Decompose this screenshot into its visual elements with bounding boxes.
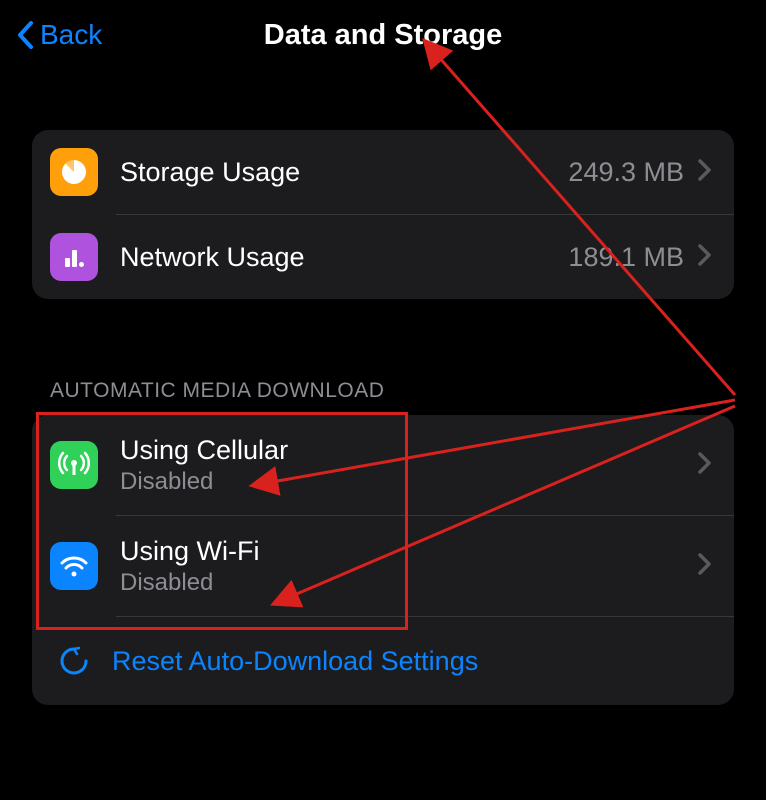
cellular-label: Using Cellular [120, 435, 698, 466]
chevron-right-icon [698, 159, 712, 186]
page-title: Data and Storage [0, 19, 766, 52]
back-button[interactable]: Back [16, 19, 102, 51]
storage-value: 249.3 MB [568, 157, 684, 188]
network-value: 189.1 MB [568, 242, 684, 273]
storage-label: Storage Usage [120, 157, 568, 188]
network-label: Network Usage [120, 242, 568, 273]
wifi-icon [50, 542, 98, 590]
chevron-left-icon [16, 20, 34, 50]
storage-icon [50, 148, 98, 196]
chevron-right-icon [698, 244, 712, 271]
auto-download-group: Using Cellular Disabled Using Wi-Fi Disa… [32, 415, 734, 705]
header: Back Data and Storage [0, 0, 766, 70]
back-label: Back [40, 19, 102, 51]
network-icon [50, 233, 98, 281]
cellular-row[interactable]: Using Cellular Disabled [32, 415, 734, 515]
wifi-row[interactable]: Using Wi-Fi Disabled [32, 516, 734, 616]
storage-usage-row[interactable]: Storage Usage 249.3 MB [32, 130, 734, 214]
chevron-right-icon [698, 553, 712, 580]
auto-download-header: AUTOMATIC MEDIA DOWNLOAD [32, 379, 734, 415]
reset-label: Reset Auto-Download Settings [112, 646, 478, 677]
chevron-right-icon [698, 452, 712, 479]
wifi-status: Disabled [120, 569, 698, 597]
cellular-icon [50, 441, 98, 489]
wifi-label: Using Wi-Fi [120, 536, 698, 567]
reset-icon [50, 637, 98, 685]
network-usage-row[interactable]: Network Usage 189.1 MB [32, 215, 734, 299]
reset-auto-download-row[interactable]: Reset Auto-Download Settings [32, 617, 734, 705]
cellular-status: Disabled [120, 468, 698, 496]
usage-group: Storage Usage 249.3 MB Network Usage 189… [32, 130, 734, 299]
